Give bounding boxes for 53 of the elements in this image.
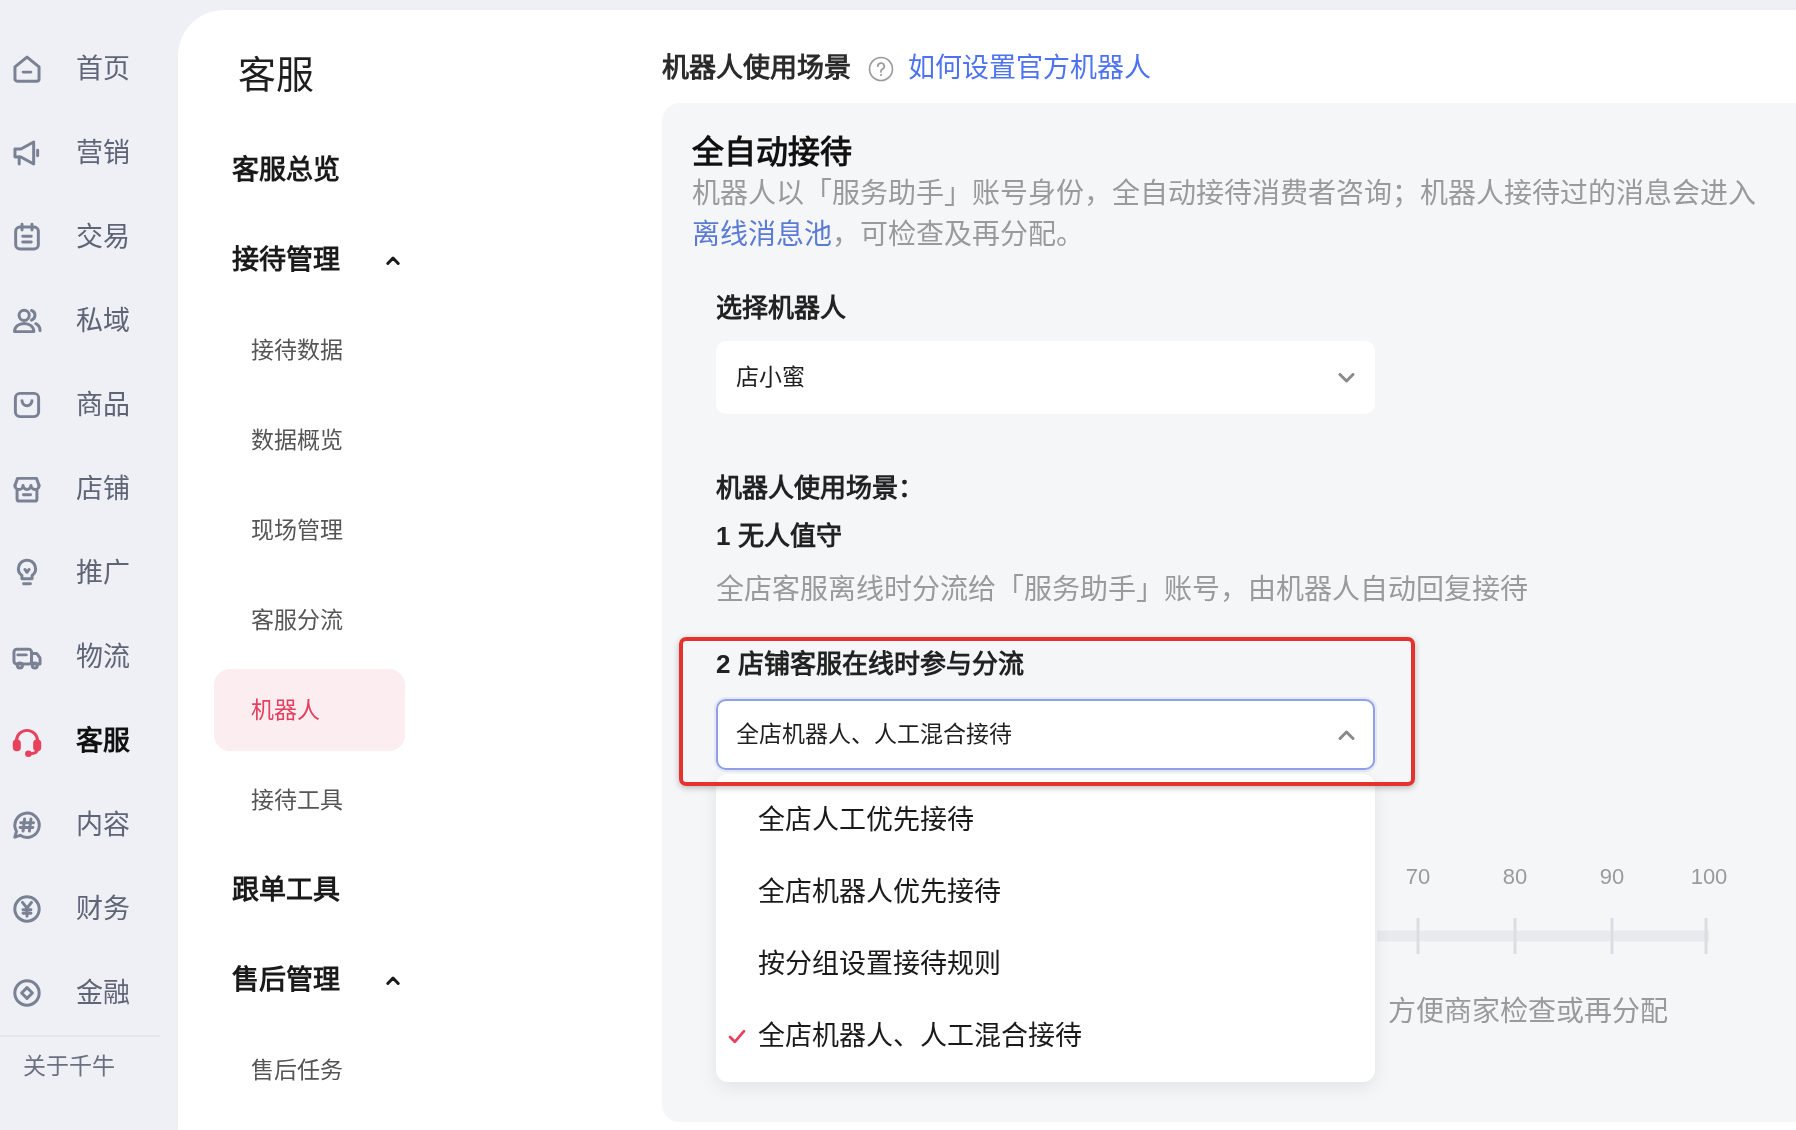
help-link[interactable]: 如何设置官方机器人 — [908, 51, 1151, 86]
hint-text: 方便商家检查或再分配 — [1388, 995, 1668, 1029]
tick-label: 80 — [1502, 863, 1528, 891]
tick-label: 100 — [1690, 863, 1728, 891]
nav-subitem[interactable]: 接待数据 — [214, 309, 405, 391]
caret-up-icon — [386, 975, 400, 985]
dropdown-option[interactable]: 全店人工优先接待 — [716, 784, 1375, 856]
caret-up-icon — [386, 255, 400, 265]
nav-group-header[interactable]: 接待管理 — [178, 215, 420, 305]
about-link[interactable]: 关于千牛 — [23, 1051, 178, 1081]
nav-subitem[interactable]: 机器人 — [214, 669, 405, 751]
sidebar-item[interactable]: 营销 — [0, 111, 178, 195]
nav-subitem[interactable]: 接待工具 — [214, 759, 405, 841]
chevron-down-icon — [1338, 372, 1355, 383]
nav-subitem[interactable]: 售后任务 — [214, 1029, 405, 1111]
sidebar-item[interactable]: 店铺 — [0, 447, 178, 531]
slider-track[interactable] — [1377, 918, 1709, 954]
help-icon — [868, 55, 894, 82]
nav-subitem[interactable]: 客服分流 — [214, 579, 405, 661]
chevron-up-icon — [1338, 729, 1355, 740]
scenario-description: 全店客服离线时分流给「服务助手」账号，由机器人自动回复接待 — [716, 573, 1529, 607]
select-field[interactable]: 店小蜜 — [716, 341, 1375, 414]
section-title: 客服 — [237, 53, 315, 98]
subheading: 机器人使用场景： — [716, 472, 925, 505]
sidebar-item[interactable]: 交易 — [0, 195, 178, 279]
tick-label: 90 — [1599, 863, 1625, 891]
sidebar-item[interactable]: 首页 — [0, 27, 178, 111]
scenario-title: 1 无人值守 — [716, 520, 843, 553]
yen-icon — [10, 892, 44, 926]
section-heading: 机器人使用场景 — [662, 52, 851, 85]
scenario-title: 2 店铺客服在线时参与分流 — [716, 648, 1025, 681]
sidebar-item[interactable]: 财务 — [0, 867, 178, 951]
dropdown-option[interactable]: 按分组设置接待规则 — [716, 928, 1375, 1000]
dropdown-option[interactable]: 全店机器人优先接待 — [716, 856, 1375, 928]
nav-group-header[interactable]: 售后管理 — [178, 935, 420, 1025]
nav-item[interactable]: 客服总览 — [178, 125, 420, 215]
tick-label: 70 — [1405, 863, 1431, 891]
field-label: 选择机器人 — [716, 292, 847, 325]
sidebar-item[interactable]: 私域 — [0, 279, 178, 363]
sidebar-item[interactable]: 客服 — [0, 699, 178, 783]
nav-subitem[interactable]: 现场管理 — [214, 489, 405, 571]
sidebar-item[interactable]: 内容 — [0, 783, 178, 867]
select-field[interactable]: 全店机器人、人工混合接待 — [716, 699, 1375, 770]
nav-subitem[interactable]: 数据概览 — [214, 399, 405, 481]
inline-link[interactable]: 离线消息池 — [692, 219, 832, 250]
description-text: 机器人以「服务助手」账号身份，全自动接待消费者咨询；机器人接待过的消息会进入 离线消息池，可检查及再分配。 — [692, 177, 1757, 252]
card-title: 全自动接待 — [692, 133, 853, 172]
sidebar-item[interactable]: 商品 — [0, 363, 178, 447]
sidebar-item[interactable]: 物流 — [0, 615, 178, 699]
sidebar-item[interactable]: 推广 — [0, 531, 178, 615]
sidebar-item[interactable]: 金融 — [0, 951, 178, 1035]
dropdown-option[interactable]: 全店机器人、人工混合接待 — [716, 1000, 1375, 1072]
nav-item[interactable]: 跟单工具 — [178, 845, 420, 935]
